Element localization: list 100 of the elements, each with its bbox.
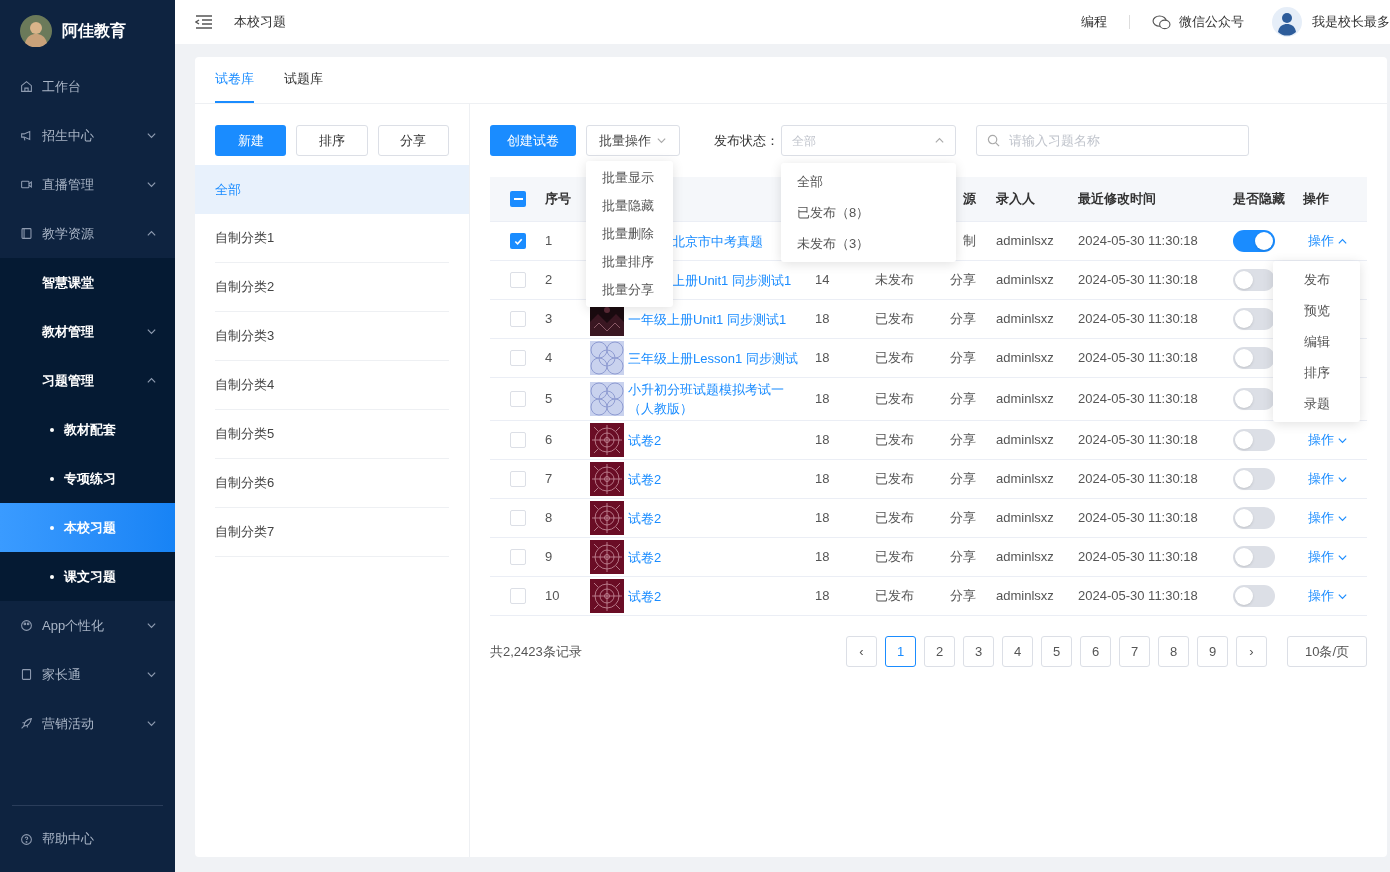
paper-name-link[interactable]: 试卷2 xyxy=(628,547,662,567)
menu-option[interactable]: 预览 xyxy=(1273,295,1360,326)
search-field[interactable]: 请输入习题名称 xyxy=(976,125,1249,156)
table-cell-text: 5 xyxy=(545,390,553,409)
category-item[interactable]: 自制分类4 xyxy=(215,361,449,410)
menu-item[interactable]: 习题管理 xyxy=(0,356,175,405)
page-button[interactable]: 2 xyxy=(924,636,955,667)
page-button[interactable]: 3 xyxy=(963,636,994,667)
page-button[interactable]: 5 xyxy=(1041,636,1072,667)
toggle-switch[interactable] xyxy=(1233,507,1275,529)
category-button[interactable]: 排序 xyxy=(296,125,368,156)
checkbox[interactable] xyxy=(510,588,526,604)
page-size-select[interactable]: 10条/页 xyxy=(1287,636,1367,667)
page-button[interactable]: 8 xyxy=(1158,636,1189,667)
megaphone-icon xyxy=(20,129,33,142)
actions-dropdown[interactable]: 操作 xyxy=(1308,547,1348,567)
toggle-switch[interactable] xyxy=(1233,546,1275,568)
menu-option[interactable]: 编辑 xyxy=(1273,326,1360,357)
menu-option[interactable]: 录题 xyxy=(1273,388,1360,419)
menu-item[interactable]: 专项练习 xyxy=(0,454,175,503)
menu-option[interactable]: 批量隐藏 xyxy=(586,192,673,220)
menu-option[interactable]: 批量排序 xyxy=(586,248,673,276)
menu-item[interactable]: 教材配套 xyxy=(0,405,175,454)
toggle-switch[interactable] xyxy=(1233,269,1275,291)
category-item[interactable]: 自制分类3 xyxy=(215,312,449,361)
toggle-switch[interactable] xyxy=(1233,585,1275,607)
menu-item[interactable]: 招生中心 xyxy=(0,111,175,160)
actions-dropdown[interactable]: 操作 xyxy=(1308,469,1348,489)
checkbox[interactable] xyxy=(510,350,526,366)
menu-option[interactable]: 全部 xyxy=(781,166,956,197)
menu-option[interactable]: 排序 xyxy=(1273,357,1360,388)
toggle-switch[interactable] xyxy=(1233,230,1275,252)
checkbox[interactable] xyxy=(510,432,526,448)
checkbox[interactable] xyxy=(510,311,526,327)
column-header: 源 xyxy=(963,190,976,209)
next-page-button[interactable]: › xyxy=(1236,636,1267,667)
batch-dropdown[interactable]: 批量操作 xyxy=(586,125,680,156)
actions-dropdown[interactable]: 操作 xyxy=(1308,586,1348,606)
menu-item[interactable]: 课文习题 xyxy=(0,552,175,601)
table-cell-text: adminlsxz xyxy=(996,548,1054,567)
menu-option[interactable]: 批量删除 xyxy=(586,220,673,248)
user-avatar[interactable] xyxy=(1272,7,1302,37)
menu-item[interactable]: 教学资源 xyxy=(0,209,175,258)
menu-item[interactable]: App个性化 xyxy=(0,601,175,650)
menu-item[interactable]: 智慧课堂 xyxy=(0,258,175,307)
toggle-switch[interactable] xyxy=(1233,388,1275,410)
tab[interactable]: 试题库 xyxy=(284,57,323,103)
checkbox[interactable] xyxy=(510,549,526,565)
toggle-switch[interactable] xyxy=(1233,308,1275,330)
paper-name-link[interactable]: 试卷2 xyxy=(628,469,662,489)
category-item[interactable]: 自制分类7 xyxy=(215,508,449,557)
menu-option[interactable]: 批量显示 xyxy=(586,164,673,192)
category-item[interactable]: 自制分类5 xyxy=(215,410,449,459)
paper-name-link[interactable]: 试卷2 xyxy=(628,430,662,450)
page-button[interactable]: 4 xyxy=(1002,636,1033,667)
menu-item[interactable]: 工作台 xyxy=(0,62,175,111)
page-button[interactable]: 6 xyxy=(1080,636,1111,667)
wechat-link[interactable]: 微信公众号 xyxy=(1152,12,1244,32)
menu-option[interactable]: 已发布（8） xyxy=(781,197,956,228)
chevron-down-icon xyxy=(146,179,157,190)
menu-option[interactable]: 发布 xyxy=(1273,264,1360,295)
toggle-switch[interactable] xyxy=(1233,468,1275,490)
table-cell-text: 7 xyxy=(545,470,553,489)
paper-name-link[interactable]: 一年级上册Unit1 同步测试1 xyxy=(628,309,787,329)
toggle-switch[interactable] xyxy=(1233,347,1275,369)
actions-dropdown[interactable]: 操作 xyxy=(1308,430,1348,450)
menu-item[interactable]: 直播管理 xyxy=(0,160,175,209)
menu-item[interactable]: 营销活动 xyxy=(0,699,175,748)
checkbox[interactable] xyxy=(510,233,526,249)
category-button[interactable]: 分享 xyxy=(377,125,449,156)
actions-dropdown[interactable]: 操作 xyxy=(1308,508,1348,528)
paper-name-link[interactable]: 三年级上册Lesson1 同步测试 xyxy=(628,348,798,368)
checkbox[interactable] xyxy=(510,191,526,207)
table-cell-text: 分享 xyxy=(950,548,976,567)
checkbox[interactable] xyxy=(510,471,526,487)
page-button[interactable]: 9 xyxy=(1197,636,1228,667)
paper-name-link[interactable]: 北京市中考真题 xyxy=(672,231,763,251)
checkbox[interactable] xyxy=(510,272,526,288)
menu-item[interactable]: 家长通 xyxy=(0,650,175,699)
tab[interactable]: 试卷库 xyxy=(215,57,254,103)
prev-page-button[interactable]: ‹ xyxy=(846,636,877,667)
paper-name-link[interactable]: 上册Unit1 同步测试1 xyxy=(672,270,792,290)
category-item[interactable]: 自制分类2 xyxy=(215,263,449,312)
checkbox[interactable] xyxy=(510,510,526,526)
paper-name-link[interactable]: 小升初分班试题模拟考试一（人教版） xyxy=(628,380,805,418)
top-link[interactable]: 编程 xyxy=(1081,12,1107,32)
paper-name-link[interactable]: 试卷2 xyxy=(628,586,662,606)
menu-option[interactable]: 未发布（3） xyxy=(781,228,956,259)
menu-option[interactable]: 批量分享 xyxy=(586,276,673,304)
actions-dropdown[interactable]: 操作 xyxy=(1308,231,1348,251)
menu-fold-icon[interactable] xyxy=(195,15,213,29)
help-center-link[interactable]: 帮助中心 xyxy=(0,806,175,872)
category-item[interactable]: 自制分类6 xyxy=(215,459,449,508)
checkbox[interactable] xyxy=(510,391,526,407)
page-button[interactable]: 7 xyxy=(1119,636,1150,667)
toggle-switch[interactable] xyxy=(1233,429,1275,451)
paper-name-link[interactable]: 试卷2 xyxy=(628,508,662,528)
menu-item[interactable]: 教材管理 xyxy=(0,307,175,356)
category-item[interactable]: 自制分类1 xyxy=(215,214,449,263)
user-name[interactable]: 我是校长最多 xyxy=(1312,12,1390,32)
